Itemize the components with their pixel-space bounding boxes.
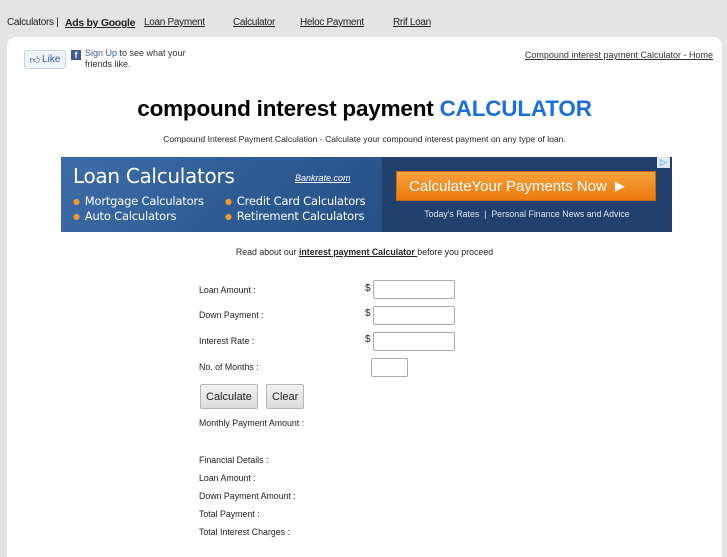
ad-item-credit-card[interactable]: Credit Card Calculators <box>225 194 366 208</box>
interest-rate-label: Interest Rate : <box>199 336 255 346</box>
currency-symbol: $ <box>365 334 371 345</box>
ad-link-rrif-loan[interactable]: Rrif Loan <box>393 17 431 28</box>
result-total-payment-label: Total Payment : <box>199 509 260 519</box>
ad-item-retirement[interactable]: Retirement Calculators <box>225 209 365 223</box>
result-total-interest-label: Total Interest Charges : <box>199 527 290 537</box>
monthly-payment-label: Monthly Payment Amount : <box>199 418 305 428</box>
interest-rate-input[interactable] <box>373 332 455 351</box>
page-title: compound interest payment CALCULATOR <box>137 96 592 121</box>
home-link[interactable]: Compound interest payment Calculator - H… <box>525 50 713 60</box>
financial-details-label: Financial Details : <box>199 455 269 465</box>
facebook-signup-link[interactable]: Sign Up <box>85 48 117 58</box>
months-label: No. of Months : <box>199 362 259 372</box>
page-subtitle: Compound Interest Payment Calculation - … <box>163 134 566 144</box>
facebook-icon: f <box>71 50 81 60</box>
ad-item-auto[interactable]: Auto Calculators <box>73 209 177 223</box>
top-ad-bar: Calculators | Ads by Google Loan Payment… <box>0 0 727 37</box>
ad-right-section: Calculate Your Payments Now ▶ Today's Ra… <box>382 157 672 232</box>
ad-subtext: Today's Rates | Personal Finance News an… <box>424 209 630 219</box>
play-arrow-icon: ▶ <box>614 178 625 193</box>
down-payment-label: Down Payment : <box>199 310 264 320</box>
currency-symbol: $ <box>365 283 371 294</box>
months-input[interactable] <box>371 358 408 377</box>
loan-amount-input[interactable] <box>373 280 455 299</box>
read-about-text: Read about our interest payment Calculat… <box>235 247 494 257</box>
ad-link-heloc-payment[interactable]: Heloc Payment <box>300 17 364 28</box>
ad-item-mortgage[interactable]: Mortgage Calculators <box>73 194 204 208</box>
ad-left-section: Loan Calculators Bankrate.com Mortgage C… <box>61 157 382 232</box>
loan-amount-label: Loan Amount : <box>199 285 256 295</box>
currency-symbol: $ <box>365 308 371 319</box>
result-loan-amount-label: Loan Amount : <box>199 473 256 483</box>
ad-heading: Loan Calculators <box>73 164 235 188</box>
facebook-like-button[interactable]: 👍︎ Like <box>24 50 66 69</box>
down-payment-input[interactable] <box>373 306 455 325</box>
thumbs-up-icon: 👍︎ <box>29 54 41 66</box>
ad-link-calculator[interactable]: Calculator <box>233 17 275 28</box>
interest-payment-calculator-link[interactable]: interest payment Calculator <box>299 247 417 257</box>
bankrate-banner-ad[interactable]: Loan Calculators Bankrate.com Mortgage C… <box>61 157 672 232</box>
ad-brand: Bankrate.com <box>295 173 351 183</box>
like-label: Like <box>42 54 61 65</box>
calculate-button[interactable]: Calculate <box>200 384 258 409</box>
content-panel: 👍︎ Like f Sign Up to see what your frien… <box>7 37 722 557</box>
ads-by-google-link[interactable]: Ads by Google <box>65 17 136 29</box>
ad-cta-button[interactable]: Calculate Your Payments Now ▶ <box>396 171 656 201</box>
facebook-signup-text: Sign Up to see what your friends like. <box>85 48 186 69</box>
clear-button[interactable]: Clear <box>266 384 305 409</box>
result-down-payment-label: Down Payment Amount : <box>199 491 296 501</box>
ad-link-loan-payment[interactable]: Loan Payment <box>144 17 205 28</box>
calculators-label: Calculators | <box>7 17 59 28</box>
adchoices-icon[interactable]: ▷ <box>657 157 670 168</box>
